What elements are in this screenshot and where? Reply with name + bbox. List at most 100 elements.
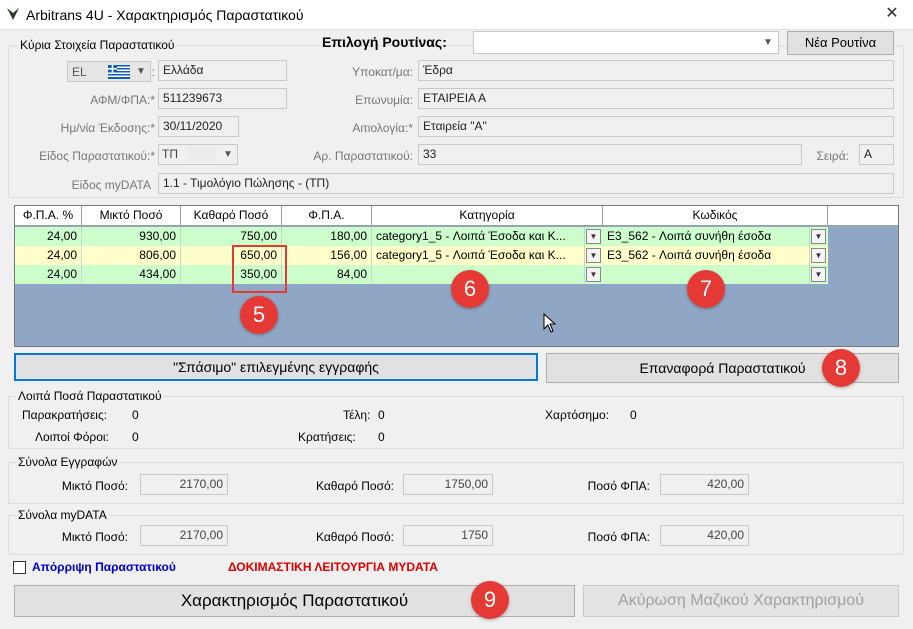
cell-vat: 156,00 [282, 246, 372, 265]
table-row[interactable]: 24,00 806,00 650,00 156,00 category1_5 -… [15, 246, 828, 265]
main-section-title: Κύρια Στοιχεία Παραστατικού [18, 38, 177, 52]
totals-mydata-title: Σύνολα myDATA [16, 508, 109, 522]
chevron-down-icon: ▼ [136, 66, 146, 77]
country-name-field: Ελλάδα [158, 60, 287, 81]
cell-vat-pct: 24,00 [15, 246, 82, 265]
mydata-gross-label: Μικτό Ποσό: [61, 530, 128, 544]
other-amounts-title: Λοιπά Ποσά Παραστατικού [16, 389, 164, 403]
chevron-down-icon: ▼ [763, 37, 773, 48]
branch-field: Έδρα [418, 60, 894, 81]
doc-number-field: 33 [418, 144, 802, 165]
cell-code[interactable]: E3_562 - Λοιπά συνήθη έσοδα [603, 246, 810, 265]
table-row[interactable]: 24,00 930,00 750,00 180,00 category1_5 -… [15, 227, 828, 246]
name-field: ΕΤΑΙΡΕΙΑ Α [418, 88, 894, 109]
close-icon[interactable]: ✕ [881, 4, 903, 24]
code-dropdown-icon[interactable]: ▼ [811, 267, 826, 282]
branch-label: Υποκατ/μα: [352, 65, 413, 79]
vat-label: ΑΦΜ/ΦΠΑ:* [90, 93, 155, 107]
series-label: Σειρά: [816, 149, 849, 163]
split-record-button[interactable]: "Σπάσιμο" επιλεγμένης εγγραφής [14, 353, 538, 381]
category-dropdown-icon[interactable]: ▼ [586, 229, 601, 244]
vat-field: 511239673 [158, 88, 287, 109]
highlight-box [232, 245, 287, 293]
records-vat-field: 420,00 [660, 474, 749, 495]
header-code[interactable]: Κωδικός [603, 206, 828, 226]
header-vat-pct[interactable]: Φ.Π.Α. % [15, 206, 82, 226]
stamp-value: 0 [630, 408, 637, 422]
mydata-net-label: Καθαρό Ποσό: [316, 530, 394, 544]
window-title: Arbitrans 4U - Χαρακτηρισμός Παραστατικο… [26, 7, 304, 23]
withholdings-value: 0 [132, 408, 139, 422]
mydata-type-label: Είδος myDATA [71, 178, 151, 192]
routine-select[interactable]: ▼ [473, 31, 779, 54]
records-gross-field: 2170,00 [140, 474, 228, 495]
reason-field: Εταιρεία "Α" [418, 116, 894, 137]
header-filler [828, 206, 898, 226]
other-taxes-value: 0 [132, 430, 139, 444]
app-logo-icon [7, 8, 19, 20]
stamp-label: Χαρτόσημο: [545, 408, 610, 422]
records-vat-label: Ποσό ΦΠΑ: [587, 479, 650, 493]
fees-value: 0 [378, 408, 385, 422]
totals-records-title: Σύνολα Εγγραφών [16, 455, 120, 469]
header-vat[interactable]: Φ.Π.Α. [282, 206, 372, 226]
issue-date-label: Ημ/νία Έκδοσης:* [60, 121, 155, 135]
other-taxes-label: Λοιποί Φόροι: [35, 430, 109, 444]
test-mode-label: ΔΟΚΙΜΑΣΤΙΚΗ ΛΕΙΤΟΥΡΓΙΑ MYDATA [228, 560, 438, 574]
chevron-down-icon: ▼ [223, 149, 233, 160]
code-dropdown-icon[interactable]: ▼ [811, 229, 826, 244]
country-select[interactable]: EL ▼ [67, 61, 151, 82]
header-net[interactable]: Καθαρό Ποσό [181, 206, 282, 226]
other-amounts-group [8, 396, 904, 449]
cell-vat: 180,00 [282, 227, 372, 246]
doc-type-select[interactable]: ΤΠ ▼ [158, 144, 238, 165]
withholdings-label: Παρακρατήσεις: [22, 408, 108, 422]
mydata-net-field: 1750 [403, 525, 493, 546]
mydata-type-field: 1.1 - Τιμολόγιο Πώλησης - (ΤΠ) [158, 173, 894, 194]
country-code: EL [72, 65, 87, 79]
marker-8: 8 [822, 349, 860, 387]
records-net-field: 1750,00 [403, 474, 493, 495]
header-category[interactable]: Κατηγορία [372, 206, 603, 226]
records-gross-label: Μικτό Ποσό: [61, 479, 128, 493]
cell-net[interactable]: 750,00 [181, 227, 282, 246]
marker-9: 9 [471, 581, 509, 619]
reject-checkbox[interactable] [13, 561, 26, 574]
bulk-cancel-button[interactable]: Ακύρωση Μαζικού Χαρακτηρισμού [583, 585, 899, 617]
deductions-label: Κρατήσεις: [298, 430, 356, 444]
mouse-cursor-icon [543, 313, 557, 333]
marker-5: 5 [240, 296, 278, 334]
new-routine-button[interactable]: Νέα Ρουτίνα [787, 31, 894, 55]
doc-type-value: ΤΠ [162, 147, 178, 161]
greek-flag-icon [108, 65, 130, 79]
category-dropdown-icon[interactable]: ▼ [586, 248, 601, 263]
cell-category[interactable]: category1_5 - Λοιπά Έσοδα και Κ... [372, 227, 585, 246]
cell-gross: 930,00 [82, 227, 181, 246]
series-field: Α [859, 144, 894, 165]
marker-7: 7 [687, 270, 725, 308]
reason-label: Αιτιολογία:* [352, 121, 413, 135]
issue-date-field: 30/11/2020 [158, 116, 239, 137]
doc-type-blank [187, 147, 217, 162]
mydata-vat-label: Ποσό ΦΠΑ: [587, 530, 650, 544]
name-label: Επωνυμία: [355, 93, 413, 107]
cell-category[interactable]: category1_5 - Λοιπά Έσοδα και Κ... [372, 246, 585, 265]
marker-6: 6 [451, 270, 489, 308]
records-net-label: Καθαρό Ποσό: [316, 479, 394, 493]
fees-label: Τέλη: [343, 408, 371, 422]
cell-vat: 84,00 [282, 265, 372, 284]
cell-gross: 806,00 [82, 246, 181, 265]
cell-code[interactable]: E3_562 - Λοιπά συνήθη έσοδα [603, 227, 810, 246]
routine-label: Επιλογή Ρουτίνας: [322, 34, 447, 50]
mydata-gross-field: 2170,00 [140, 525, 228, 546]
header-gross[interactable]: Μικτό Ποσό [82, 206, 181, 226]
cell-vat-pct: 24,00 [15, 265, 82, 284]
doc-type-label: Είδος Παραστατικού:* [39, 149, 155, 163]
deductions-value: 0 [378, 430, 385, 444]
reject-label[interactable]: Απόρριψη Παραστατικού [32, 560, 176, 574]
cell-vat-pct: 24,00 [15, 227, 82, 246]
doc-number-label: Αρ. Παραστατικού: [313, 149, 413, 163]
code-dropdown-icon[interactable]: ▼ [811, 248, 826, 263]
category-dropdown-icon[interactable]: ▼ [586, 267, 601, 282]
cell-gross: 434,00 [82, 265, 181, 284]
